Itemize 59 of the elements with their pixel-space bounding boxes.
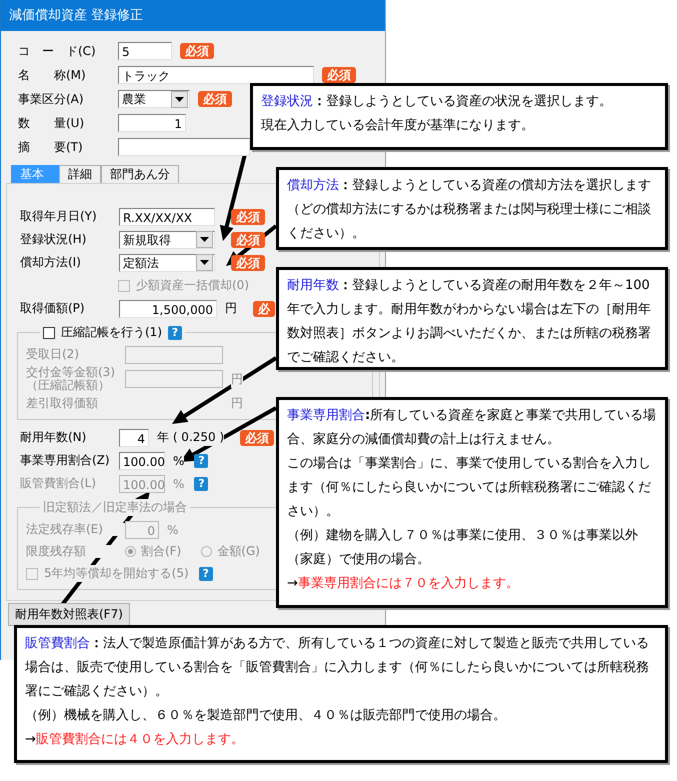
input-field[interactable]	[125, 370, 223, 388]
input-field[interactable]: トラック	[118, 66, 314, 84]
input-field[interactable]: 1,500,000	[119, 300, 217, 318]
help-button[interactable]: ?	[168, 326, 182, 340]
dropdown[interactable]: 新規取得	[119, 230, 215, 248]
dropdown[interactable]: 農業	[118, 90, 190, 108]
input-field[interactable]: 5	[118, 42, 172, 60]
caret-icon	[196, 254, 213, 271]
unit-label: %	[173, 454, 184, 468]
callout-text: （例）建物を購入し７０％は事業に使用、３０％は事業以外（家庭）で使用の場合。	[287, 527, 639, 569]
required-badge: 必須	[231, 208, 265, 224]
window-title: 減価償却資産 登録修正	[1, 0, 385, 31]
group-title: 圧縮記帳を行う(1)	[61, 324, 162, 341]
required-badge: 必須	[322, 67, 356, 83]
required-badge: 必須	[240, 430, 274, 446]
group-title: 旧定額法／旧定率法の場合	[43, 499, 187, 516]
tab[interactable]: 部門あん分	[101, 165, 179, 183]
field-label: 事業区分(A)	[18, 90, 85, 108]
input-field[interactable]	[118, 138, 250, 156]
unit-label: %	[173, 476, 184, 490]
tab[interactable]: 詳細	[59, 165, 101, 183]
required-badge: 必須	[231, 254, 265, 270]
unit-label: 円	[231, 370, 243, 388]
callout-text: 販管費割合：法人で製造原価計算がある方で、所有している１つの資産に対して製造と販売で共用している場合は、販売で使用している割合を「販管費割合」に入力します（何％にしたら良いかについては所轄税務署にご確認ください）。	[25, 635, 650, 701]
input-field[interactable]: R.XX/XX/XX	[119, 208, 215, 226]
callout-text: 償却方法：登録しようとしている資産の償却方法を選択します（どの償却方法にするかは税務署または関与税理士様にご相談ください）。	[287, 177, 652, 243]
field-label: 摘 要(T)	[18, 138, 84, 156]
callout-text: （例）機械を購入し、６０％を製造部門で使用、４０％は販売部門で使用の場合。	[25, 707, 507, 725]
unit-label: %	[167, 522, 178, 536]
field-label: コ ー ド(C)	[18, 42, 97, 60]
required-badge: 必須	[198, 91, 232, 107]
field-label: 法定残存率(E)	[26, 523, 125, 536]
required-badge: 必須	[231, 232, 265, 248]
lookup-button[interactable]: 耐用年数対照表(F7)	[8, 603, 130, 626]
checkbox[interactable]	[43, 326, 55, 338]
field-label: 数 量(U)	[18, 114, 86, 132]
required-badge: 必	[253, 300, 275, 316]
dropdown[interactable]: 定額法	[119, 254, 215, 272]
input-field[interactable]: 1	[118, 114, 186, 132]
checkbox-label: 少額資産一括償却(0)	[136, 277, 249, 294]
callout-text: 事業専用割合:所有している資産を家庭と事業で共用している場合、家庭分の減価償却費の計上は行えません。	[287, 407, 657, 449]
callout-text: 耐用年数：登録しようとしている資産の耐用年数を２年～100 年で入力します。耐用年数がわからない場合は左下の［耐用年数対照表］ボタンよりお調べいただくか、または所轄の税務署でご確認ください。	[287, 277, 652, 367]
callout-text: 登録状況：登録しようとしている資産の状況を選択します。	[261, 93, 613, 111]
input-field[interactable]	[125, 346, 223, 364]
callout-conclusion: →事業専用割合には７０を入力します。	[287, 575, 520, 593]
radio-label: 割合(F)	[141, 543, 182, 560]
caret-icon	[196, 231, 213, 248]
input-field[interactable]: 100.00	[119, 452, 165, 470]
help-button[interactable]: ?	[194, 454, 208, 468]
input-field[interactable]: 4	[119, 428, 149, 446]
caret-icon	[171, 90, 188, 108]
required-badge: 必須	[180, 43, 214, 59]
checkbox-label: 5年均等償却を開始する(5)	[44, 565, 189, 582]
radio-label: 金額(G)	[217, 543, 260, 560]
callout-text: 現在入力している会計年度が基準になります。	[261, 117, 535, 135]
callout-conclusion: →販管費割合には４０を入力します。	[25, 731, 245, 749]
field-label: 名 称(M)	[18, 66, 87, 84]
unit-label: 年 ( 0.250 )	[157, 429, 224, 446]
callout-text: この場合は「事業割合」に、事業で使用している割合を入力します（何％にしたら良いかについては所轄税務署にご確認ください）。	[287, 455, 652, 521]
